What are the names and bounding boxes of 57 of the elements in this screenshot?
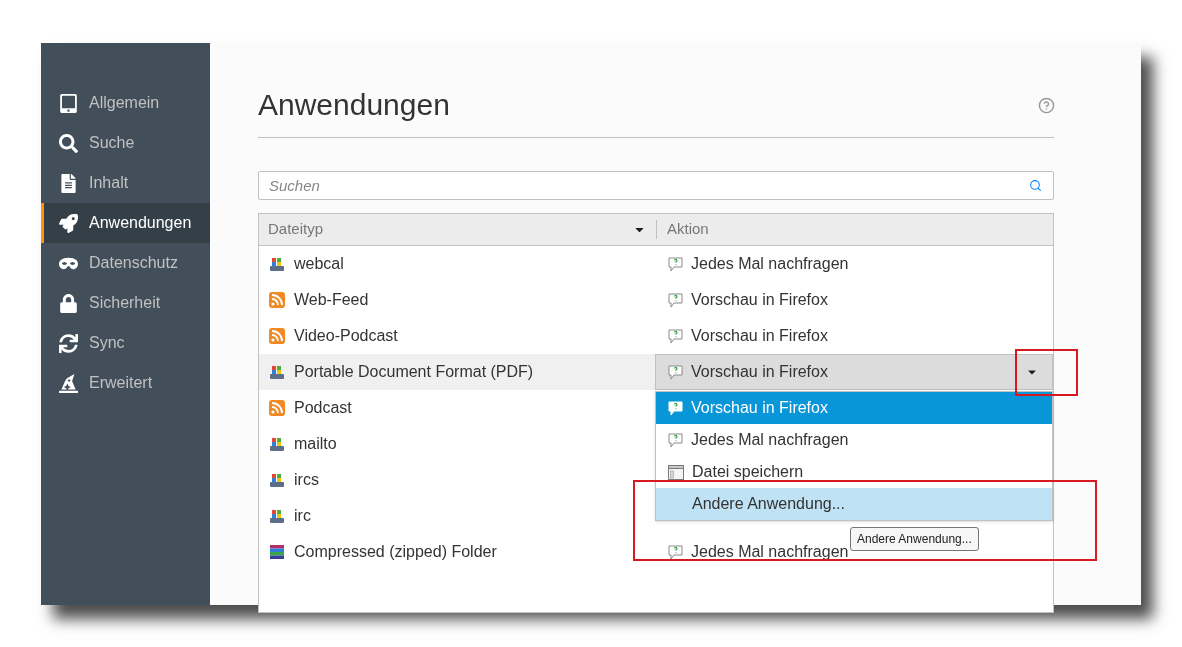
sidebar-item[interactable]: Erweitert: [41, 363, 210, 403]
tooltip: Andere Anwendung...: [850, 527, 979, 551]
document-icon: [59, 173, 78, 193]
rocket-icon: [59, 213, 78, 233]
sidebar-item[interactable]: Sync: [41, 323, 210, 363]
sync-icon: [59, 333, 78, 353]
sidebar-item[interactable]: Inhalt: [41, 163, 210, 203]
application-icon: [269, 508, 285, 524]
highlight-frame: [1015, 349, 1078, 396]
speech-bubble-icon: [668, 328, 683, 344]
file-type-cell[interactable]: webcal: [259, 246, 655, 282]
help-icon[interactable]: [1038, 96, 1055, 114]
sidebar-item[interactable]: Datenschutz: [41, 243, 210, 283]
speech-bubble-icon: [668, 364, 683, 380]
search-icon: [59, 133, 78, 153]
page-title: Anwendungen: [258, 87, 450, 123]
dropdown-item[interactable]: Datei speichern: [656, 456, 1052, 488]
action-text: Vorschau in Firefox: [691, 326, 828, 346]
speech-bubble-icon: [668, 292, 683, 308]
action-text: Vorschau in Firefox: [691, 290, 828, 310]
column-header[interactable]: Dateityp: [259, 214, 656, 245]
window-icon: [668, 464, 684, 480]
file-type-cell[interactable]: Web-Feed: [259, 282, 655, 318]
feed-icon: [269, 328, 285, 344]
dropdown-item[interactable]: Jedes Mal nachfragen: [656, 424, 1052, 456]
feed-icon: [269, 292, 285, 308]
file-type-cell[interactable]: ircs: [259, 462, 655, 498]
column-header[interactable]: Aktion: [656, 220, 1053, 239]
speech-bubble-icon: [668, 256, 683, 272]
stacked-books-icon: [269, 544, 285, 560]
application-icon: [269, 472, 285, 488]
speech-bubble-icon: [668, 432, 683, 448]
padlock-icon: [59, 293, 78, 313]
action-dropdown[interactable]: Vorschau in Firefox: [655, 354, 1053, 390]
feed-icon: [269, 400, 285, 416]
action-text: Jedes Mal nachfragen: [691, 542, 849, 562]
sidebar-item[interactable]: Allgemein: [41, 83, 210, 123]
application-icon: [269, 436, 285, 452]
application-icon: [269, 256, 285, 272]
application-icon: [269, 364, 285, 380]
dropdown-item[interactable]: Andere Anwendung...: [656, 488, 1052, 520]
file-type-cell[interactable]: mailto: [259, 426, 655, 462]
action-text: Jedes Mal nachfragen: [691, 254, 849, 274]
speech-bubble-icon: [668, 400, 683, 416]
search-icon[interactable]: [1029, 179, 1042, 192]
sidebar-item[interactable]: Sicherheit: [41, 283, 210, 323]
file-type-cell[interactable]: Podcast: [259, 390, 655, 426]
file-type-cell[interactable]: irc: [259, 498, 655, 534]
file-type-cell[interactable]: Video-Podcast: [259, 318, 655, 354]
sidebar-item[interactable]: Suche: [41, 123, 210, 163]
speech-bubble-icon: [668, 544, 683, 560]
search-field[interactable]: Suchen: [258, 171, 1054, 200]
file-type-cell[interactable]: Compressed (zipped) Folder: [259, 534, 655, 570]
tablet-icon: [59, 93, 78, 113]
wizard-hat-icon: [59, 373, 78, 393]
file-type-cell[interactable]: Portable Document Format (PDF): [259, 354, 655, 390]
sidebar-item[interactable]: Anwendungen: [41, 203, 210, 243]
